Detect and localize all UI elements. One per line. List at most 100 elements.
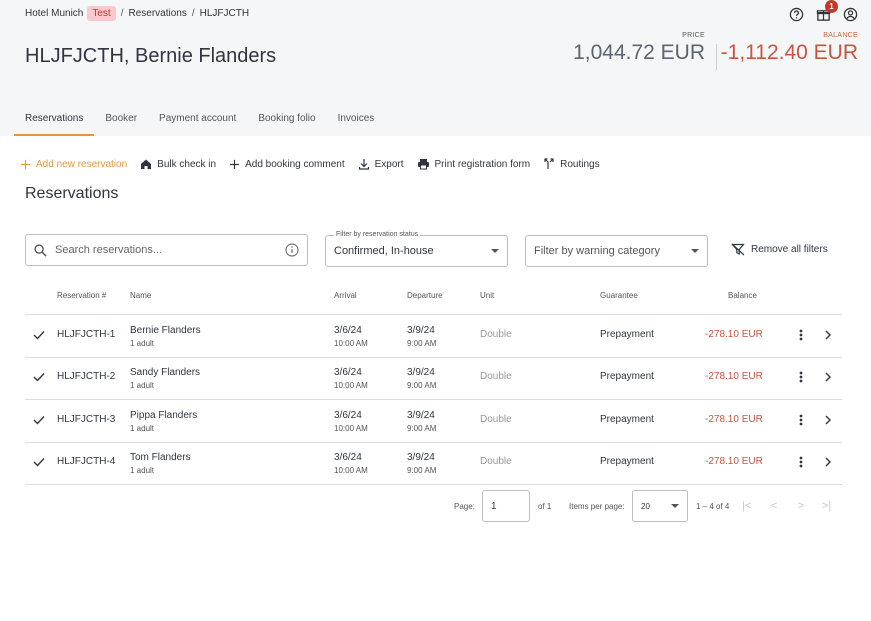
unit-type: Double bbox=[480, 456, 512, 467]
arrival-date: 3/6/24 bbox=[334, 410, 362, 421]
departure-time: 9:00 AM bbox=[407, 466, 437, 475]
col-departure[interactable]: Departure bbox=[407, 291, 443, 300]
table-row[interactable]: HLJFJCTH-3 Pippa Flanders 1 adult 3/6/24 1… bbox=[25, 400, 842, 443]
search-icon bbox=[34, 243, 47, 257]
chevron-right-icon[interactable] bbox=[825, 415, 831, 425]
tab-booker[interactable]: Booker bbox=[94, 106, 148, 136]
guarantee: Prepayment bbox=[600, 414, 654, 425]
page-range: 1 – 4 of 4 bbox=[696, 501, 730, 511]
guarantee: Prepayment bbox=[600, 456, 654, 467]
more-vertical-icon[interactable] bbox=[799, 456, 803, 468]
add-reservation-label: Add new reservation bbox=[36, 158, 128, 170]
col-balance[interactable]: Balance bbox=[728, 291, 757, 300]
breadcrumb-separator: / bbox=[191, 7, 195, 19]
guest-count: 1 adult bbox=[130, 339, 155, 348]
tab-invoices[interactable]: Invoices bbox=[327, 106, 386, 136]
table-row[interactable]: HLJFJCTH-1 Bernie Flanders 1 adult 3/6/24… bbox=[25, 315, 842, 358]
col-name[interactable]: Name bbox=[130, 291, 151, 300]
breadcrumb: Hotel Munich Test / Reservations / HLJFJ… bbox=[25, 5, 250, 21]
header-area: Hotel Munich Test / Reservations / HLJFJ… bbox=[0, 0, 871, 136]
section-title: Reservations bbox=[25, 185, 119, 202]
price-value: 1,044.72 EUR bbox=[573, 41, 705, 64]
check-icon bbox=[33, 416, 45, 425]
tab-booking-folio[interactable]: Booking folio bbox=[247, 106, 326, 136]
last-page-icon[interactable]: >| bbox=[822, 490, 831, 522]
departure-date: 3/9/24 bbox=[407, 367, 435, 378]
arrival-time: 10:00 AM bbox=[334, 381, 368, 390]
routings-button[interactable]: Routings bbox=[543, 158, 600, 170]
more-vertical-icon[interactable] bbox=[799, 371, 803, 383]
departure-time: 9:00 AM bbox=[407, 424, 437, 433]
next-page-icon[interactable]: > bbox=[798, 490, 804, 522]
col-arrival[interactable]: Arrival bbox=[334, 291, 357, 300]
page-count: of 1 bbox=[538, 501, 552, 511]
chevron-right-icon[interactable] bbox=[825, 330, 831, 340]
items-per-page-value: 20 bbox=[641, 501, 650, 511]
col-guarantee[interactable]: Guarantee bbox=[600, 291, 638, 300]
tab-payment-account[interactable]: Payment account bbox=[148, 106, 247, 136]
check-icon bbox=[33, 373, 45, 382]
guarantee: Prepayment bbox=[600, 371, 654, 382]
bulk-check-in-label: Bulk check in bbox=[157, 158, 217, 170]
first-page-icon[interactable]: |< bbox=[742, 490, 751, 522]
table-row[interactable]: HLJFJCTH-4 Tom Flanders 1 adult 3/6/24 10:… bbox=[25, 442, 842, 485]
price-label: PRICE bbox=[682, 32, 705, 39]
print-registration-label: Print registration form bbox=[434, 158, 531, 170]
more-vertical-icon[interactable] bbox=[799, 414, 803, 426]
col-unit[interactable]: Unit bbox=[480, 291, 494, 300]
items-per-page-select[interactable]: 20 bbox=[632, 490, 688, 522]
breadcrumb-booking: HLJFJCTH bbox=[199, 7, 250, 19]
search-placeholder: Search reservations... bbox=[55, 244, 162, 256]
chevron-right-icon[interactable] bbox=[825, 372, 831, 382]
remove-all-filters-button[interactable]: Remove all filters bbox=[731, 243, 828, 256]
page-title: HLJFJCTH, Bernie Flanders bbox=[25, 45, 277, 67]
download-icon bbox=[358, 159, 369, 170]
plus-icon bbox=[230, 159, 240, 169]
unit-type: Double bbox=[480, 371, 512, 382]
printer-icon bbox=[417, 159, 429, 170]
info-icon[interactable] bbox=[285, 243, 299, 257]
guarantee: Prepayment bbox=[600, 329, 654, 340]
warning-filter-select[interactable]: Filter by warning category bbox=[525, 235, 708, 267]
table-row[interactable]: HLJFJCTH-2 Sandy Flanders 1 adult 3/6/24 1… bbox=[25, 357, 842, 400]
arrival-date: 3/6/24 bbox=[334, 367, 362, 378]
breadcrumb-hotel[interactable]: Hotel Munich bbox=[25, 8, 83, 19]
account-icon[interactable] bbox=[841, 5, 859, 23]
departure-time: 9:00 AM bbox=[407, 339, 437, 348]
chevron-down-icon bbox=[671, 504, 679, 508]
balance-label: BALANCE bbox=[823, 32, 858, 39]
warning-filter-placeholder: Filter by warning category bbox=[534, 245, 660, 257]
status-filter-value: Confirmed, In-house bbox=[334, 245, 434, 257]
add-booking-comment-button[interactable]: Add booking comment bbox=[229, 159, 345, 170]
add-reservation-button[interactable]: Add new reservation bbox=[20, 159, 127, 170]
gift-icon[interactable]: 1 bbox=[814, 0, 838, 23]
page-input[interactable]: 1 bbox=[482, 490, 530, 522]
departure-date: 3/9/24 bbox=[407, 410, 435, 421]
chevron-down-icon bbox=[691, 249, 699, 253]
reservation-number: HLJFJCTH-1 bbox=[57, 329, 116, 340]
breadcrumb-reservations[interactable]: Reservations bbox=[128, 8, 186, 19]
reservation-number: HLJFJCTH-3 bbox=[57, 414, 116, 425]
print-registration-button[interactable]: Print registration form bbox=[417, 158, 531, 170]
chevron-right-icon[interactable] bbox=[825, 457, 831, 467]
departure-time: 9:00 AM bbox=[407, 381, 437, 390]
price-summary: PRICE 1,044.72 EUR bbox=[573, 32, 705, 65]
export-button[interactable]: Export bbox=[358, 158, 404, 170]
balance: -278.10 EUR bbox=[705, 329, 763, 340]
action-toolbar: Add new reservation Bulk check in Add bo… bbox=[20, 155, 613, 173]
search-input[interactable]: Search reservations... bbox=[25, 234, 308, 266]
previous-page-icon[interactable]: < bbox=[771, 490, 777, 522]
guest-count: 1 adult bbox=[130, 381, 155, 390]
filter-off-icon bbox=[731, 243, 745, 256]
tab-reservations[interactable]: Reservations bbox=[14, 106, 95, 136]
unit-type: Double bbox=[480, 329, 512, 340]
bulk-check-in-button[interactable]: Bulk check in bbox=[140, 158, 216, 170]
status-filter-select[interactable]: Filter by reservation status Confirmed, … bbox=[325, 231, 508, 267]
help-icon[interactable] bbox=[787, 5, 805, 23]
guest-name: Tom Flanders bbox=[130, 452, 191, 463]
departure-date: 3/9/24 bbox=[407, 325, 435, 336]
arrival-time: 10:00 AM bbox=[334, 339, 368, 348]
more-vertical-icon[interactable] bbox=[799, 329, 803, 341]
col-reservation-number[interactable]: Reservation # bbox=[57, 291, 106, 300]
environment-badge: Test bbox=[87, 5, 116, 21]
